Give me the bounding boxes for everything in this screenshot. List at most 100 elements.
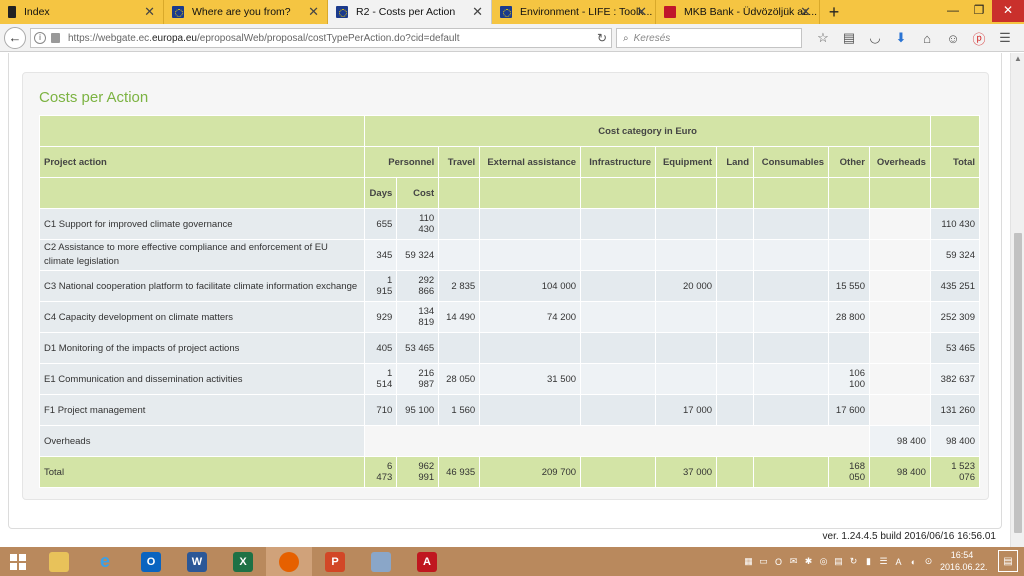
cell-total: 59 324: [929, 239, 981, 271]
tab-environment-life[interactable]: Environment - LIFE : Toolk... ✕: [492, 0, 656, 24]
address-bar[interactable]: i https://webgate.ec.europa.eu/eproposal…: [30, 28, 612, 48]
tray-screen-icon[interactable]: ▭: [756, 556, 771, 567]
taskbar-internet-explorer[interactable]: e: [82, 547, 128, 576]
taskbar-file-explorer[interactable]: [36, 547, 82, 576]
table-row: C4 Capacity development on climate matte…: [38, 301, 981, 333]
download-icon[interactable]: ⬇: [888, 30, 914, 46]
page-title: Costs per Action: [39, 89, 149, 106]
firefox-icon: [279, 551, 299, 572]
taskbar-clock[interactable]: 16:54 2016.06.22.: [940, 549, 988, 573]
bookmark-star-icon[interactable]: ☆: [810, 30, 836, 46]
new-tab-button[interactable]: +: [820, 0, 848, 24]
cell-days: 1 915: [364, 270, 398, 302]
cell-equipment: [655, 239, 718, 271]
close-tab-icon[interactable]: ✕: [308, 5, 319, 18]
tray-mail-icon[interactable]: ✉: [786, 556, 801, 567]
cell-consumables: [753, 332, 830, 364]
cell-total: 53 465: [929, 332, 981, 364]
clock-date: 2016.06.22.: [940, 562, 988, 572]
cell-equipment: [655, 363, 718, 395]
cell-equipment: 37 000: [655, 456, 718, 488]
cell-land: [716, 394, 755, 426]
overheads-empty-cells: [364, 425, 870, 457]
close-tab-icon[interactable]: ✕: [472, 5, 483, 18]
tray-keyboard-icon[interactable]: A: [891, 557, 906, 567]
powerpoint-icon: P: [325, 551, 345, 572]
header-empty: [753, 177, 830, 209]
header-empty: [929, 177, 981, 209]
cell-travel: [438, 208, 481, 240]
close-tab-icon[interactable]: ✕: [144, 5, 155, 18]
pocket-icon[interactable]: ◡: [862, 30, 888, 46]
tray-wifi-icon[interactable]: ⊙: [921, 556, 936, 567]
cell-infrastructure: [580, 208, 657, 240]
cell-total: 435 251: [929, 270, 981, 302]
cell-infrastructure: [580, 456, 657, 488]
reading-list-icon[interactable]: ▤: [836, 30, 862, 46]
tray-app-icon[interactable]: ◎: [816, 556, 831, 567]
back-arrow-icon[interactable]: ←: [4, 26, 26, 49]
tray-bluetooth-icon[interactable]: ✱: [801, 556, 816, 567]
taskbar-powerpoint[interactable]: P: [312, 547, 358, 576]
cell-other: 17 600: [828, 394, 870, 426]
taskbar-acrobat[interactable]: A: [404, 547, 450, 576]
cell-other: [828, 239, 870, 271]
tray-power-icon[interactable]: ▮: [861, 556, 876, 567]
scroll-up-arrow-icon[interactable]: ▲: [1011, 53, 1024, 65]
tray-windows-icon[interactable]: ▦: [741, 556, 756, 567]
costs-panel: Costs per Action Cost category in Euro P…: [22, 72, 989, 500]
cell-infrastructure: [580, 394, 657, 426]
page-scrollbar[interactable]: ▲: [1010, 53, 1024, 547]
cell-land: [716, 363, 755, 395]
start-button[interactable]: [0, 547, 36, 576]
close-tab-icon[interactable]: ✕: [800, 5, 811, 18]
cell-equipment: 20 000: [655, 270, 718, 302]
tab-costs-per-action[interactable]: R2 - Costs per Action ✕: [328, 0, 492, 24]
taskbar-word[interactable]: W: [174, 547, 220, 576]
page-content: Costs per Action Cost category in Euro P…: [0, 53, 1010, 547]
reload-icon[interactable]: ↻: [597, 31, 607, 45]
cell-consumables: [753, 456, 830, 488]
taskbar-excel[interactable]: X: [220, 547, 266, 576]
pinterest-icon[interactable]: ⓟ: [966, 29, 992, 48]
taskbar-outlook[interactable]: O: [128, 547, 174, 576]
row-action: E1 Communication and dissemination activ…: [38, 363, 366, 395]
cell-cost: 53 465: [396, 332, 440, 364]
home-icon[interactable]: ⌂: [914, 31, 940, 46]
tab-mkb-bank[interactable]: MKB Bank - Üdvözöljük az... ✕: [656, 0, 820, 24]
cell-travel: 28 050: [438, 363, 481, 395]
header-empty: [38, 177, 366, 209]
restore-icon[interactable]: ❐: [966, 0, 992, 22]
close-tab-icon[interactable]: ✕: [636, 5, 647, 18]
scrollbar-thumb[interactable]: [1014, 233, 1022, 533]
tray-network-icon[interactable]: ☰: [876, 556, 891, 567]
search-input[interactable]: ⌕ Keresés: [616, 28, 802, 48]
cell-travel: 46 935: [438, 456, 481, 488]
cell-external: [479, 332, 582, 364]
info-icon[interactable]: i: [34, 32, 46, 44]
minimize-icon[interactable]: —: [940, 0, 966, 22]
tray-outlook-icon[interactable]: O: [771, 557, 786, 567]
menu-icon[interactable]: ☰: [992, 30, 1018, 46]
notification-icon[interactable]: ▤: [998, 550, 1018, 572]
row-action: C1 Support for improved climate governan…: [38, 208, 366, 240]
url-prefix: https://webgate.ec.: [68, 32, 152, 44]
eu-flag-icon: [336, 6, 348, 18]
tray-doc-icon[interactable]: ▤: [831, 556, 846, 567]
tray-sync-icon[interactable]: ↻: [846, 556, 861, 567]
row-action: C3 National cooperation platform to faci…: [38, 270, 366, 302]
clock-time: 16:54: [950, 550, 974, 560]
tray-volume-icon[interactable]: ◐: [906, 557, 921, 567]
cell-other: 15 550: [828, 270, 870, 302]
header-days: Days: [364, 177, 398, 209]
cell-consumables: [753, 208, 830, 240]
tab-where-are-you-from[interactable]: Where are you from? ✕: [164, 0, 328, 24]
window-close-icon[interactable]: ✕: [992, 0, 1024, 22]
total-row: Total 6 473 962 991 46 935 209 700 37 00…: [38, 456, 981, 488]
chat-icon[interactable]: ☺: [940, 31, 966, 46]
tab-index[interactable]: Index ✕: [0, 0, 164, 24]
taskbar-paint[interactable]: [358, 547, 404, 576]
overheads-row: Overheads 98 400 98 400: [38, 425, 981, 457]
taskbar-firefox[interactable]: [266, 547, 312, 576]
header-cost-category: Cost category in Euro: [364, 115, 931, 147]
